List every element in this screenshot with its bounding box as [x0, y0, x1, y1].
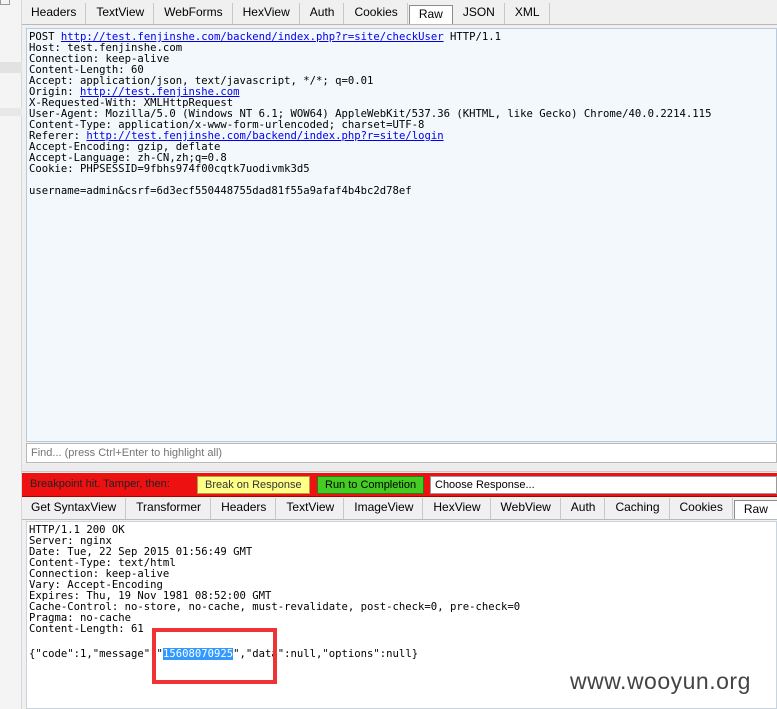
pane-splitter[interactable] [22, 464, 777, 472]
gutter-stripe [0, 62, 22, 73]
request-tab-headers[interactable]: Headers [22, 3, 87, 24]
choose-response-label: Choose Response... [435, 479, 535, 491]
request-body: username=admin&csrf=6d3ecf550448755dad81… [29, 185, 412, 197]
annotation-highlight-box [152, 628, 277, 684]
response-tab-headers[interactable]: Headers [212, 498, 277, 519]
break-on-response-button[interactable]: Break on Response [197, 476, 310, 494]
response-json-prefix: {"code":1,"message":" [29, 648, 163, 660]
response-tab-raw[interactable]: Raw [733, 500, 777, 519]
watermark: www.wooyun.org [570, 668, 751, 694]
header-cookie: Cookie: PHPSESSID=9fbhs974f00cqtk7uodivm… [29, 163, 310, 175]
response-tab-auth[interactable]: Auth [562, 498, 606, 519]
response-tab-bar: Get SyntaxView Transformer Headers TextView… [22, 498, 777, 520]
breakpoint-bar: Breakpoint hit. Tamper, then: Break on R… [22, 473, 777, 497]
response-tab-caching[interactable]: Caching [606, 498, 670, 519]
response-tab-get-syntaxview[interactable]: Get SyntaxView [22, 498, 127, 519]
choose-response-dropdown[interactable]: Choose Response... [430, 476, 777, 494]
response-header-content-length: Content-Length: 61 [29, 623, 144, 635]
request-raw-view[interactable]: POST http://test.fenjinshe.com/backend/i… [26, 28, 777, 442]
find-input[interactable] [27, 444, 776, 462]
run-to-completion-button[interactable]: Run to Completion [317, 476, 425, 494]
request-tab-bar: Headers TextView WebForms HexView Auth Cookie… [22, 3, 777, 25]
response-tab-cookies[interactable]: Cookies [671, 498, 733, 519]
response-tab-transformer[interactable]: Transformer [127, 498, 212, 519]
request-tab-json[interactable]: JSON [454, 3, 505, 24]
request-tab-textview[interactable]: TextView [87, 3, 155, 24]
gutter-stripe [0, 108, 22, 116]
request-tab-xml[interactable]: XML [506, 3, 550, 24]
request-tab-hexview[interactable]: HexView [234, 3, 300, 24]
request-protocol: HTTP/1.1 [449, 31, 502, 43]
request-tab-auth[interactable]: Auth [301, 3, 345, 24]
request-tab-raw[interactable]: Raw [408, 5, 453, 24]
breakpoint-label: Breakpoint hit. Tamper, then: [30, 478, 170, 490]
response-tab-webview[interactable]: WebView [492, 498, 561, 519]
response-tab-hexview[interactable]: HexView [424, 498, 491, 519]
gutter-tick [0, 0, 10, 5]
left-gutter [0, 0, 22, 709]
response-tab-imageview[interactable]: ImageView [345, 498, 424, 519]
find-bar [26, 443, 777, 463]
request-tab-webforms[interactable]: WebForms [155, 3, 233, 24]
request-tab-cookies[interactable]: Cookies [345, 3, 408, 24]
response-tab-textview[interactable]: TextView [277, 498, 345, 519]
